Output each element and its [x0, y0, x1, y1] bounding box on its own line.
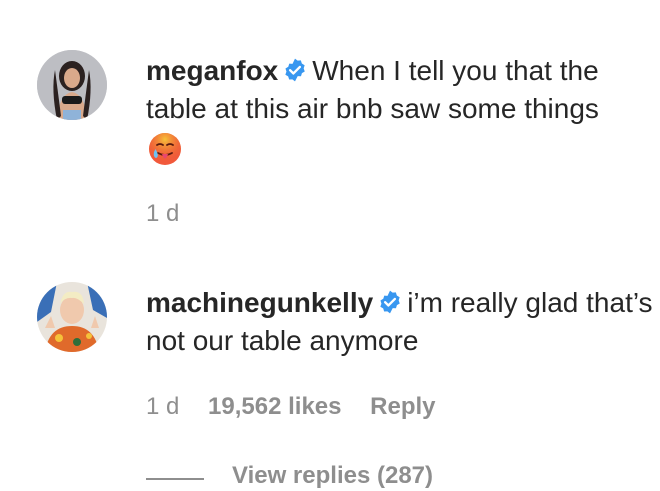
reply-button[interactable]: Reply [370, 393, 435, 420]
comment-meta: 1 d [146, 200, 201, 228]
verified-badge-icon [285, 58, 305, 82]
replies-divider [146, 478, 204, 480]
avatar-meganfox[interactable] [37, 50, 107, 120]
comment-meta: 1 d 19,562 likes Reply [146, 393, 458, 421]
hot-face-emoji-icon [146, 130, 184, 168]
comment-time: 1 d [146, 393, 180, 420]
view-replies-button[interactable]: View replies (287) [232, 462, 433, 490]
comment-username[interactable]: machinegunkelly [146, 287, 373, 318]
avatar-machinegunkelly[interactable] [37, 282, 107, 352]
likes-count[interactable]: 19,562 likes [208, 393, 341, 420]
comment-time: 1 d [146, 200, 180, 227]
comment-username[interactable]: meganfox [146, 55, 278, 86]
comment-body: meganfox When I tell you that the table a… [146, 52, 660, 178]
verified-badge-icon [380, 290, 400, 314]
comment-body: machinegunkelly i’m really glad that’s no… [146, 284, 660, 360]
